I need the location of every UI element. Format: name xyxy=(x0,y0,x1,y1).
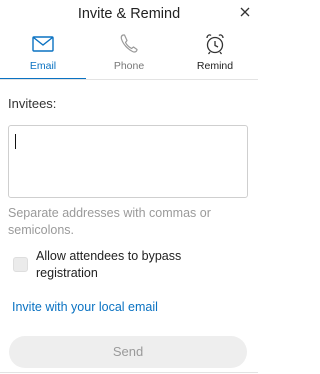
title-bar: Invite & Remind xyxy=(0,0,258,28)
alarm-clock-icon xyxy=(206,34,224,55)
tab-email[interactable]: Email xyxy=(0,29,86,80)
bypass-registration-checkbox[interactable] xyxy=(13,257,28,272)
envelope-icon xyxy=(32,36,54,52)
tab-remind[interactable]: Remind xyxy=(172,29,258,80)
invitees-input[interactable] xyxy=(8,125,248,198)
invitees-hint: Separate addresses with commas or semico… xyxy=(8,206,211,237)
bypass-registration-label[interactable]: Allow attendees to bypass registration xyxy=(36,248,246,282)
phone-icon xyxy=(120,34,138,53)
invite-local-email-link[interactable]: Invite with your local email xyxy=(12,300,158,314)
tab-divider xyxy=(0,79,258,80)
tab-email-label: Email xyxy=(29,60,57,72)
send-button[interactable]: Send xyxy=(9,336,247,368)
close-icon[interactable] xyxy=(238,5,252,19)
tab-remind-label: Remind xyxy=(196,60,234,72)
tab-bar: Email Phone Remind xyxy=(0,29,258,80)
dialog-title: Invite & Remind xyxy=(77,6,181,22)
tab-phone-label: Phone xyxy=(113,60,145,72)
text-caret xyxy=(15,134,16,149)
bottom-divider xyxy=(0,372,258,373)
invitees-label: Invitees: xyxy=(8,96,57,111)
tab-phone[interactable]: Phone xyxy=(86,29,172,80)
